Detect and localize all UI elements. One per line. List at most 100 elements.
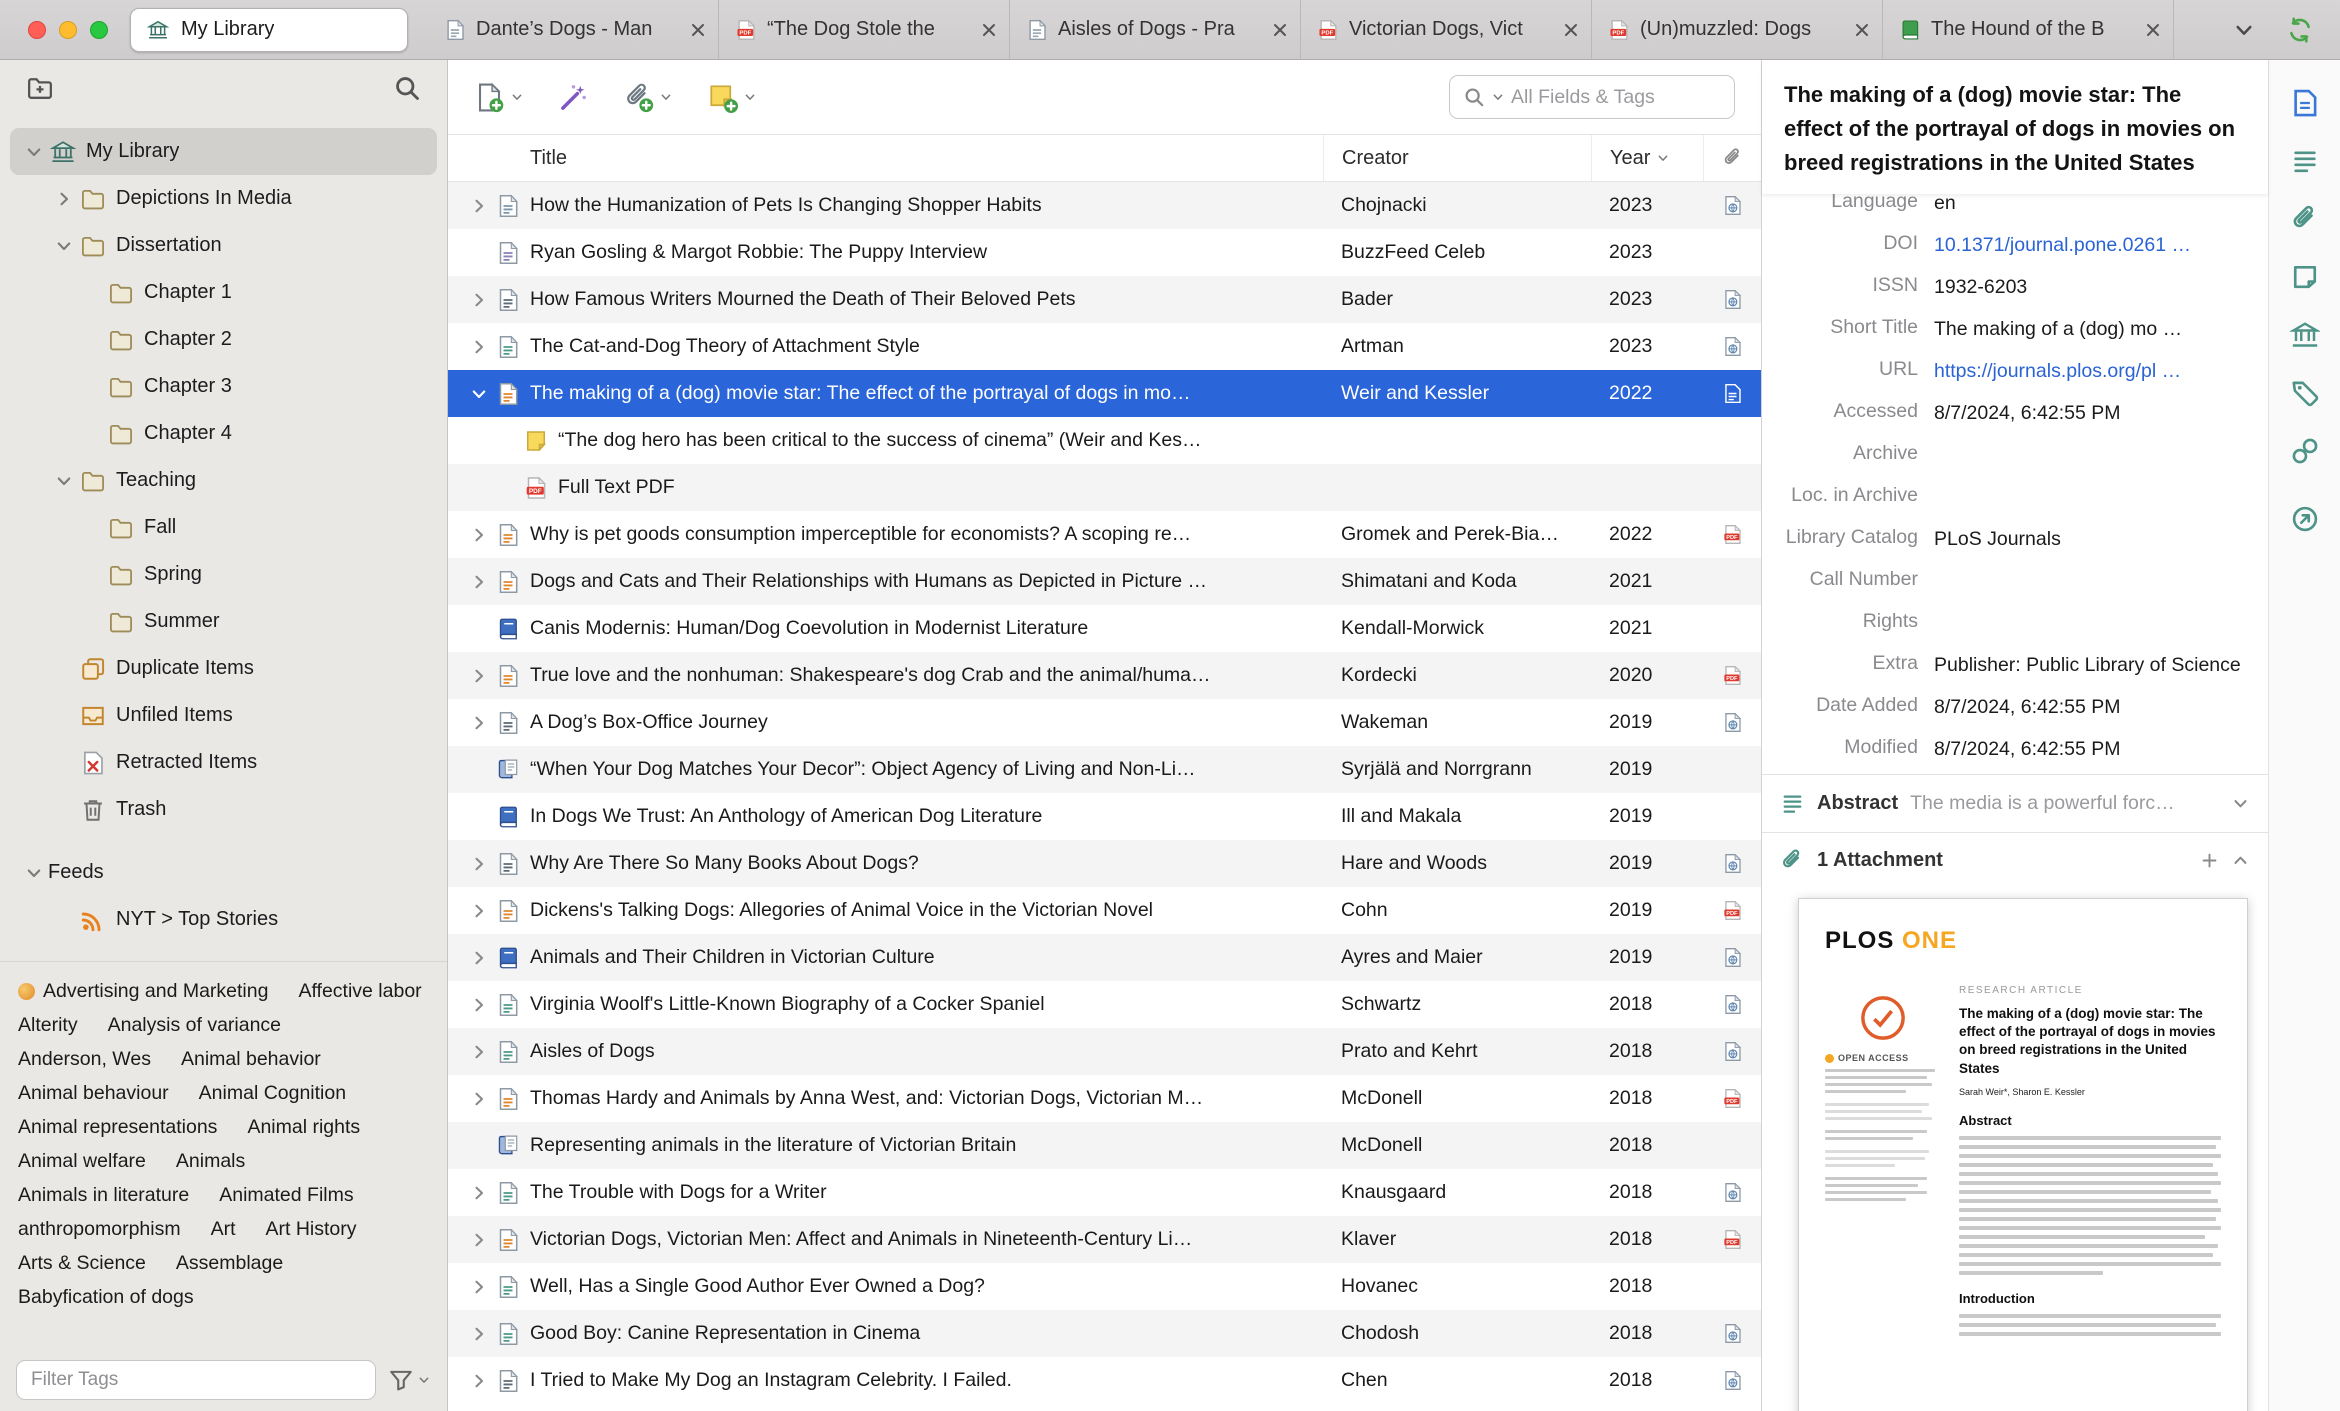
tab-close-icon[interactable]: [688, 20, 708, 40]
item-row[interactable]: True love and the nonhuman: Shakespeare'…: [448, 652, 1761, 699]
library-tab[interactable]: My Library: [130, 7, 408, 52]
add-by-identifier-button[interactable]: [558, 82, 589, 113]
new-collection-icon[interactable]: [26, 74, 54, 102]
item-row[interactable]: The Cat-and-Dog Theory of Attachment Sty…: [448, 323, 1761, 370]
itempane-tab-notes[interactable]: [2269, 248, 2340, 306]
close-window-button[interactable]: [28, 20, 46, 39]
field-value-doi[interactable]: 10.1371/journal.pone.0261 …: [1934, 232, 2268, 259]
twisty-icon[interactable]: [50, 471, 78, 491]
chevron-down-icon[interactable]: [2231, 794, 2250, 813]
twisty-icon[interactable]: [466, 384, 492, 404]
itempane-tab-tags[interactable]: [2269, 364, 2340, 422]
twisty-icon[interactable]: [466, 666, 492, 686]
item-row[interactable]: Thomas Hardy and Animals by Anna West, a…: [448, 1075, 1761, 1122]
twisty-icon[interactable]: [466, 854, 492, 874]
twisty-icon[interactable]: [466, 1277, 492, 1297]
sidebar-item-summer[interactable]: Summer: [10, 598, 437, 645]
document-tab[interactable]: Aisles of Dogs - Pra: [1010, 0, 1301, 59]
field-value-date-added[interactable]: 8/7/2024, 6:42:55 PM: [1934, 694, 2268, 721]
item-row[interactable]: Good Boy: Canine Representation in Cinem…: [448, 1310, 1761, 1357]
sync-icon[interactable]: [2286, 16, 2314, 44]
sidebar-item-duplicate-items[interactable]: Duplicate Items: [10, 645, 437, 692]
itempane-tab-info[interactable]: [2269, 74, 2340, 132]
document-tab[interactable]: PDF “The Dog Stole the: [719, 0, 1010, 59]
twisty-icon[interactable]: [20, 142, 48, 162]
sidebar-search-icon[interactable]: [393, 74, 421, 102]
tag[interactable]: Animal behavior: [181, 1044, 321, 1074]
tag[interactable]: Assemblage: [176, 1248, 283, 1278]
sidebar-item-chapter-4[interactable]: Chapter 4: [10, 410, 437, 457]
item-row[interactable]: Dogs and Cats and Their Relationships wi…: [448, 558, 1761, 605]
twisty-icon[interactable]: [466, 1183, 492, 1203]
pdf-preview-card[interactable]: PLOS ONE OPEN ACCESS RESEARCH ARTICLE Th…: [1798, 898, 2248, 1411]
item-row[interactable]: Ryan Gosling & Margot Robbie: The Puppy …: [448, 229, 1761, 276]
field-value-library-catalog[interactable]: PLoS Journals: [1934, 526, 2268, 553]
twisty-icon[interactable]: [466, 196, 492, 216]
zoom-window-button[interactable]: [90, 20, 108, 39]
field-value-url[interactable]: https://journals.plos.org/pl …: [1934, 358, 2268, 385]
sidebar-item-chapter-1[interactable]: Chapter 1: [10, 269, 437, 316]
twisty-icon[interactable]: [466, 1089, 492, 1109]
document-tab[interactable]: The Hound of the B: [1883, 0, 2174, 59]
column-header-attachment[interactable]: [1703, 135, 1761, 181]
tab-list-chevron-icon[interactable]: [2232, 18, 2256, 42]
item-row[interactable]: The Trouble with Dogs for a Writer Knausg…: [448, 1169, 1761, 1216]
tag[interactable]: Animal representations: [18, 1112, 217, 1142]
item-row[interactable]: I Tried to Make My Dog an Instagram Cele…: [448, 1357, 1761, 1404]
add-attachment-button[interactable]: [623, 82, 673, 113]
tag[interactable]: Analysis of variance: [108, 1010, 281, 1040]
item-row[interactable]: PDF Full Text PDF: [448, 464, 1761, 511]
abstract-section[interactable]: Abstract The media is a powerful forc…: [1762, 774, 2268, 832]
field-value-modified[interactable]: 8/7/2024, 6:42:55 PM: [1934, 736, 2268, 763]
tab-close-icon[interactable]: [979, 20, 999, 40]
tag[interactable]: Affective labor: [298, 976, 421, 1006]
itempane-tab-abstract[interactable]: [2269, 132, 2340, 190]
column-header-year[interactable]: Year: [1591, 135, 1703, 181]
tag[interactable]: Animated Films: [219, 1180, 353, 1210]
tag[interactable]: Anderson, Wes: [18, 1044, 151, 1074]
twisty-icon[interactable]: [20, 863, 48, 883]
field-value-accessed[interactable]: 8/7/2024, 6:42:55 PM: [1934, 400, 2268, 427]
item-row[interactable]: Why is pet goods consumption imperceptib…: [448, 511, 1761, 558]
sidebar-item-feeds[interactable]: Feeds: [10, 849, 437, 896]
item-row[interactable]: Virginia Woolf's Little-Known Biography …: [448, 981, 1761, 1028]
tag[interactable]: Animal behaviour: [18, 1078, 169, 1108]
item-row[interactable]: “The dog hero has been critical to the s…: [448, 417, 1761, 464]
tab-close-icon[interactable]: [1852, 20, 1872, 40]
item-row[interactable]: How Famous Writers Mourned the Death of …: [448, 276, 1761, 323]
itempane-tab-libraries-collections[interactable]: [2269, 306, 2340, 364]
sidebar-item-unfiled-items[interactable]: Unfiled Items: [10, 692, 437, 739]
itempane-tab-attachments[interactable]: [2269, 190, 2340, 248]
tag[interactable]: anthropomorphism: [18, 1214, 181, 1244]
sidebar-item-spring[interactable]: Spring: [10, 551, 437, 598]
item-row[interactable]: Aisles of Dogs Prato and Kehrt 2018: [448, 1028, 1761, 1075]
twisty-icon[interactable]: [466, 572, 492, 592]
item-row[interactable]: How the Humanization of Pets Is Changing…: [448, 182, 1761, 229]
document-tab[interactable]: PDF (Un)muzzled: Dogs: [1592, 0, 1883, 59]
sidebar-item-depictions-in-media[interactable]: Depictions In Media: [10, 175, 437, 222]
field-value-short-title[interactable]: The making of a (dog) mo …: [1934, 316, 2268, 343]
item-row[interactable]: Why Are There So Many Books About Dogs? H…: [448, 840, 1761, 887]
sidebar-item-trash[interactable]: Trash: [10, 786, 437, 833]
twisty-icon[interactable]: [466, 948, 492, 968]
item-row[interactable]: The making of a (dog) movie star: The ef…: [448, 370, 1761, 417]
tab-close-icon[interactable]: [1270, 20, 1290, 40]
twisty-icon[interactable]: [466, 337, 492, 357]
sidebar-item-teaching[interactable]: Teaching: [10, 457, 437, 504]
field-value-extra[interactable]: Publisher: Public Library of Science: [1934, 652, 2268, 679]
twisty-icon[interactable]: [466, 995, 492, 1015]
tab-close-icon[interactable]: [2143, 20, 2163, 40]
itempane-tab-locate[interactable]: [2269, 490, 2340, 548]
tag[interactable]: Animals in literature: [18, 1180, 189, 1210]
item-row[interactable]: Canis Modernis: Human/Dog Coevolution in…: [448, 605, 1761, 652]
sidebar-item-fall[interactable]: Fall: [10, 504, 437, 551]
twisty-icon[interactable]: [50, 189, 78, 209]
item-row[interactable]: Animals and Their Children in Victorian …: [448, 934, 1761, 981]
tag[interactable]: Animals: [176, 1146, 245, 1176]
tag[interactable]: Animal Cognition: [199, 1078, 346, 1108]
itempane-tab-related[interactable]: [2269, 422, 2340, 480]
tag[interactable]: Animal welfare: [18, 1146, 146, 1176]
item-title[interactable]: The making of a (dog) movie star: The ef…: [1784, 78, 2246, 180]
tag-filter-input[interactable]: Filter Tags: [16, 1360, 376, 1400]
twisty-icon[interactable]: [466, 713, 492, 733]
